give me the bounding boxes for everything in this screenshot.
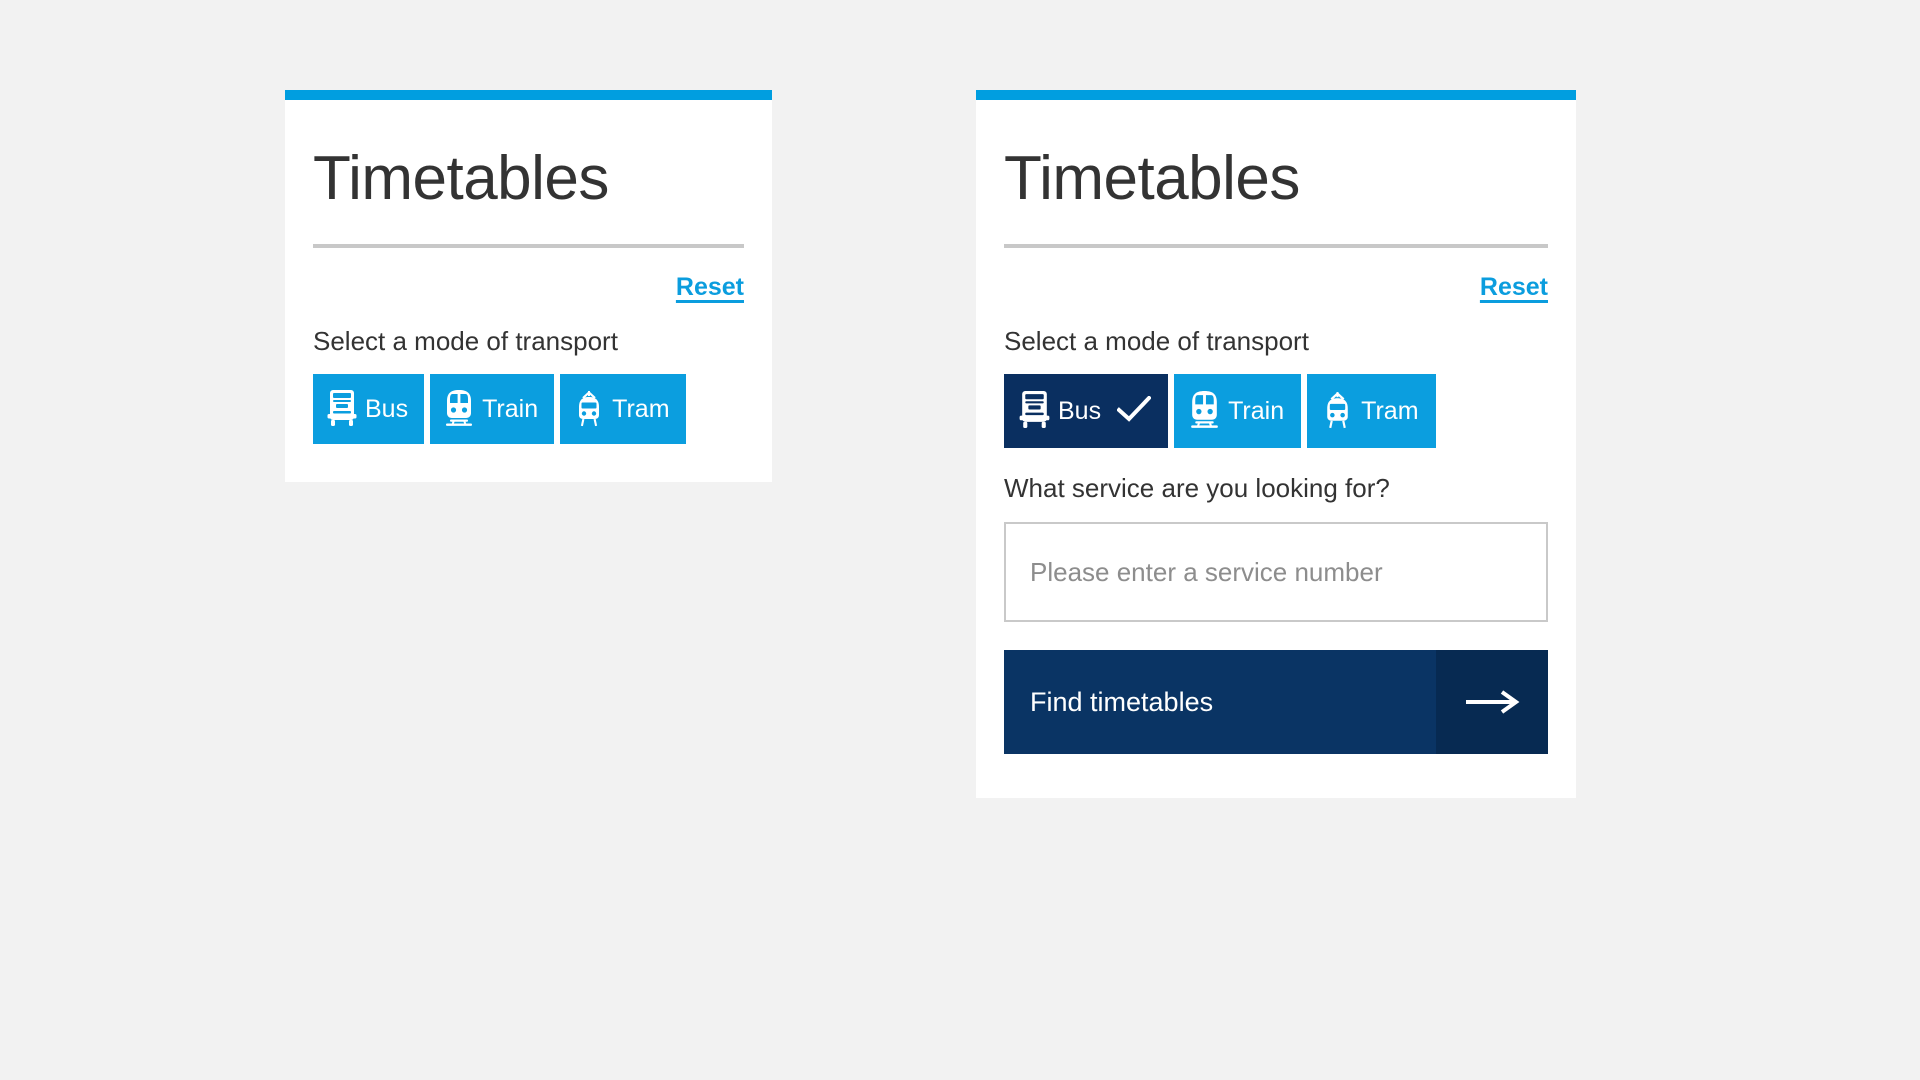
mode-button-bus[interactable]: Bus [313,374,425,445]
mode-button-tram[interactable]: Tram [1307,374,1436,449]
reset-row: Reset [1004,248,1548,310]
service-question-label: What service are you looking for? [1004,473,1390,504]
card-bottom-spacer [1004,754,1548,798]
reset-link[interactable]: Reset [676,272,744,302]
reset-row: Reset [313,248,744,310]
bus-icon [327,389,357,430]
mode-section-label: Select a mode of transport [313,326,618,356]
mode-section-label: Select a mode of transport [1004,326,1309,356]
train-icon [1189,390,1220,432]
mode-button-label: Bus [1058,396,1102,425]
page-root: Timetables Reset Select a mode of transp… [0,0,1920,1080]
find-timetables-button[interactable]: Find timetables [1004,650,1548,755]
mode-button-group: Bus Train Tram [313,374,744,445]
timetables-card-initial: Timetables Reset Select a mode of transp… [285,90,772,483]
mode-button-label: Tram [1361,396,1419,425]
mode-button-train[interactable]: Train [430,374,555,445]
mode-button-label: Tram [612,394,670,423]
bus-icon [1019,390,1050,432]
mode-button-group: Bus Train Tram [1004,374,1548,449]
page-title: Timetables [1004,144,1300,213]
arrow-right-icon [1436,650,1548,755]
train-icon [444,389,474,430]
timetables-card-bus-selected: Timetables Reset Select a mode of transp… [976,90,1576,799]
card-bottom-spacer [313,444,744,482]
tram-icon [574,389,604,430]
find-timetables-label: Find timetables [1030,686,1214,717]
mode-button-train[interactable]: Train [1174,374,1302,449]
card-accent-bar [976,90,1576,100]
reset-link[interactable]: Reset [1480,272,1548,302]
check-icon [1116,394,1152,427]
mode-button-bus[interactable]: Bus [1004,374,1169,449]
mode-button-tram[interactable]: Tram [560,374,686,445]
tram-icon [1322,390,1353,432]
card-accent-bar [285,90,772,100]
mode-button-label: Bus [365,394,409,423]
mode-button-label: Train [1228,396,1285,425]
page-title: Timetables [313,144,609,213]
mode-button-label: Train [482,394,539,423]
service-number-input[interactable] [1004,522,1548,623]
